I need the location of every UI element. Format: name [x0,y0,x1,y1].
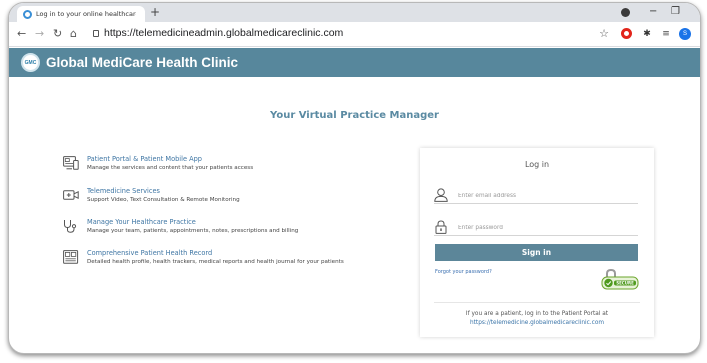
feature-title: Telemedicine Services [87,187,160,195]
portal-app-icon [63,156,79,170]
sign-in-button[interactable]: Sign in [435,244,638,261]
reading-list-icon[interactable]: ≡ [660,28,672,40]
app-title: Global MediCare Health Clinic [46,55,239,70]
new-tab-button[interactable]: + [150,5,160,19]
url-text[interactable]: https://telemedicineadmin.globalmedicare… [104,27,343,39]
health-record-icon [63,250,79,264]
stethoscope-icon [64,220,77,233]
opera-extension-icon[interactable] [621,28,632,39]
site-favicon-icon [23,9,32,19]
clinic-logo[interactable]: GMC [21,53,40,72]
feature-title: Comprehensive Patient Health Record [87,249,213,257]
tab-title: Log in to your online healthcare × [36,10,136,18]
badge-text: SECURE [616,281,634,286]
feature-item: Patient Portal & Patient Mobile App Mana… [63,155,352,173]
lock-icon [93,30,99,37]
feature-title: Manage Your Healthcare Practice [87,218,196,226]
email-field-row [434,188,638,204]
feature-description: Detailed health profile, health trackers… [87,259,344,265]
email-input[interactable] [458,189,636,202]
browser-tab[interactable]: Log in to your online healthcare × [17,6,145,22]
feature-item: Telemedicine Services Support Video, Tex… [63,187,352,205]
password-field-row [434,220,638,236]
browser-window: Log in to your online healthcare × + − ❐… [8,2,701,354]
browser-menu-icon[interactable]: ⋮ [696,28,701,40]
secure-badge-icon: SECURE [601,269,639,290]
logo-text: GMC [24,59,37,66]
card-divider [434,302,640,303]
record-icon[interactable] [621,8,630,17]
tab-strip: Log in to your online healthcare × + − ❐ [9,3,700,22]
patient-portal-note: If you are a patient, log in to the Pati… [420,310,654,328]
feature-item: Comprehensive Patient Health Record Deta… [63,249,352,267]
patient-note-text: If you are a patient, log in to the Pati… [465,311,609,317]
feature-description: Manage your team, patients, appointments… [87,228,299,234]
feature-title: Patient Portal & Patient Mobile App [87,155,202,163]
browser-toolbar: ← → ↻ ⌂ https://telemedicineadmin.global… [9,22,700,47]
reload-icon[interactable]: ↻ [53,26,62,42]
back-arrow-icon[interactable]: ← [17,26,26,42]
address-bar[interactable]: https://telemedicineadmin.globalmedicare… [89,26,609,43]
password-input[interactable] [458,221,636,234]
app-header: GMC Global MediCare Health Clinic [9,48,700,77]
login-title: Log in [524,160,550,169]
minimize-button[interactable]: − [649,5,657,19]
feature-description: Support Video, Text Consultation & Remot… [87,197,240,203]
login-card: Log in Sign in Forgot your password? [420,148,654,337]
maximize-button[interactable]: ❐ [671,5,680,19]
feature-item: Manage Your Healthcare Practice Manage y… [63,218,352,236]
bookmark-star-icon[interactable]: ☆ [598,28,610,40]
profile-avatar[interactable]: S [679,28,691,40]
padlock-icon [435,220,447,234]
patient-portal-link[interactable]: https://telemedicine.globalmedicareclini… [470,320,604,326]
extensions-puzzle-icon[interactable]: ✱ [641,28,653,40]
home-icon[interactable]: ⌂ [70,26,77,42]
video-camera-icon [63,190,79,200]
page-headline: Your Virtual Practice Manager [270,110,439,121]
forgot-password-link[interactable]: Forgot your password? [435,269,492,275]
feature-description: Manage the services and content that you… [87,165,254,171]
user-icon [434,188,448,202]
forward-arrow-icon[interactable]: → [35,26,44,42]
